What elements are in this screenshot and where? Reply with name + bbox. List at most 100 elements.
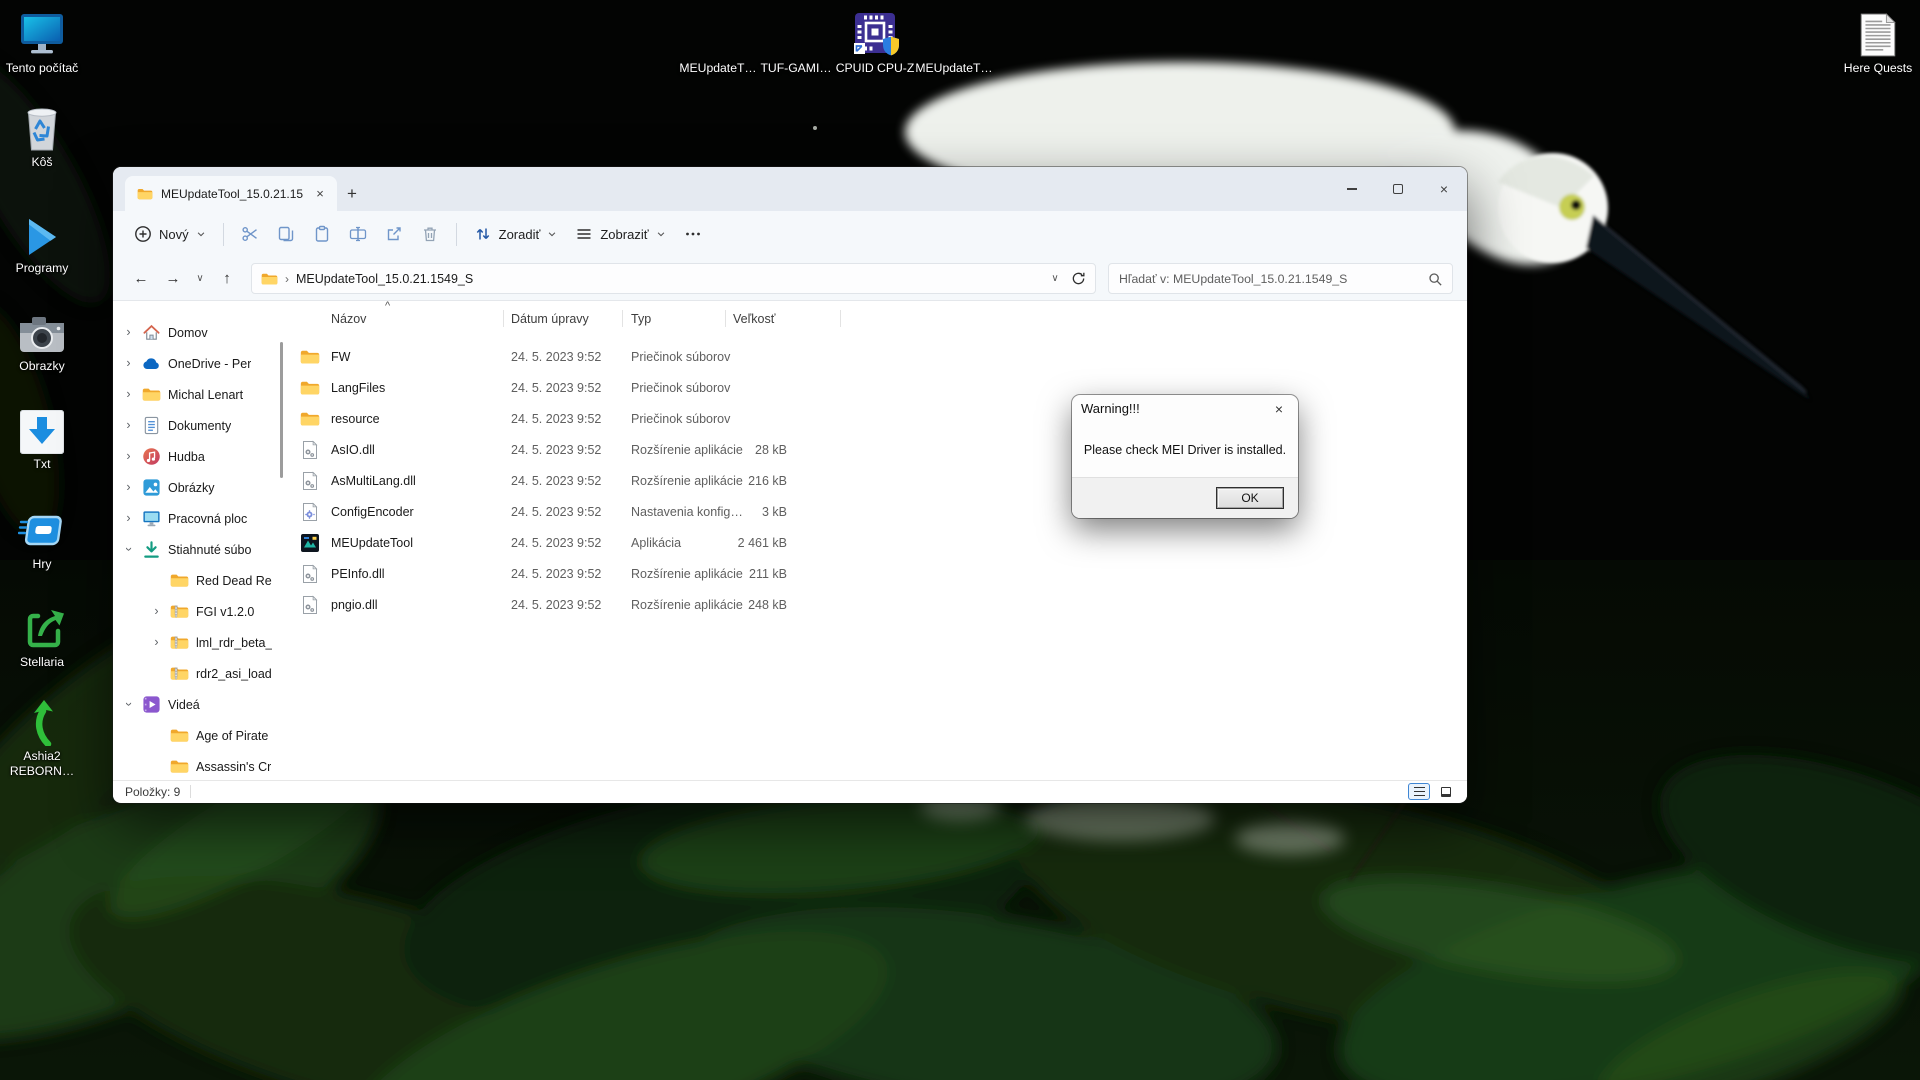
chevron-down-icon[interactable]: › <box>122 698 135 711</box>
desktop-icon-programy[interactable]: Programy <box>0 206 84 276</box>
new-tab-button[interactable]: + <box>337 176 367 211</box>
chevron-right-icon[interactable]: › <box>122 326 135 339</box>
share-button[interactable] <box>376 219 412 249</box>
column-header-date[interactable]: Dátum úpravy <box>511 312 589 326</box>
desktop-icon-obrazky[interactable]: Obrazky <box>0 304 84 374</box>
sidebar-item-pracovn-ploc[interactable]: ›Pracovná ploc <box>113 503 285 534</box>
explorer-content: ›Domov›OneDrive - Per›Michal Lenart›Doku… <box>113 301 1467 780</box>
delete-button[interactable] <box>412 219 448 249</box>
copy-button[interactable] <box>268 219 304 249</box>
column-header-size[interactable]: Veľkosť <box>733 312 775 326</box>
close-button[interactable]: × <box>1421 167 1467 211</box>
refresh-icon[interactable] <box>1071 271 1086 286</box>
chevron-right-icon[interactable]: › <box>150 605 163 618</box>
tab-meupdatetool[interactable]: MEUpdateTool_15.0.21.1549_S × <box>125 176 337 211</box>
chevron-down-icon <box>196 229 206 239</box>
sidebar-item-domov[interactable]: ›Domov <box>113 317 285 348</box>
sidebar-item-red-dead-re[interactable]: Red Dead Re <box>113 565 285 596</box>
sidebar-item-michal-lenart[interactable]: ›Michal Lenart <box>113 379 285 410</box>
column-header-name[interactable]: Názov <box>331 312 366 326</box>
sidebar-item-obr-zky[interactable]: ›Obrázky <box>113 472 285 503</box>
desktop-icon-tento-po-ta[interactable]: Tento počítač <box>0 6 84 76</box>
column-divider[interactable] <box>725 310 726 327</box>
sidebar-item-hudba[interactable]: ›Hudba <box>113 441 285 472</box>
sidebar-item-onedrive-per[interactable]: ›OneDrive - Per <box>113 348 285 379</box>
sort-button[interactable]: Zoradiť <box>465 219 567 249</box>
desktop-icon-label: TUF-GAMI… <box>760 61 831 76</box>
file-row-pngio-dll[interactable]: pngio.dll24. 5. 2023 9:52Rozšírenie apli… <box>285 589 1467 620</box>
file-size: 216 kB <box>687 474 787 488</box>
desktop-icon-tuf-gami[interactable]: TUF-GAMI… <box>754 6 838 76</box>
view-button[interactable]: Zobraziť <box>566 219 674 249</box>
column-header-type[interactable]: Typ <box>631 312 651 326</box>
desktop-icon-txt[interactable]: Txt <box>0 402 84 472</box>
paste-button[interactable] <box>304 219 340 249</box>
sidebar-item-age-of-pirate[interactable]: Age of Pirate <box>113 720 285 751</box>
folder-icon <box>142 385 161 404</box>
tab-close-icon[interactable]: × <box>311 185 329 203</box>
address-dropdown-chevron-icon[interactable]: ∨ <box>1046 273 1064 284</box>
command-toolbar: Nový Zoradiť Zobraziť <box>113 211 1467 257</box>
home-icon <box>142 323 161 342</box>
sidebar-item-lml-rdr-beta[interactable]: ›lml_rdr_beta_ <box>113 627 285 658</box>
dialog-title: Warning!!! <box>1081 401 1269 416</box>
sidebar-scrollbar-thumb[interactable] <box>280 342 284 478</box>
desktop-icon-k[interactable]: Kôš <box>0 100 84 170</box>
column-divider[interactable] <box>503 310 504 327</box>
desktop-icon-cpuid-cpu-z[interactable]: CPUID CPU-Z <box>833 6 917 76</box>
recent-locations-chevron-icon[interactable]: ∨ <box>191 273 209 284</box>
chevron-right-icon[interactable]: › <box>122 481 135 494</box>
breadcrumb[interactable]: › MEUpdateTool_15.0.21.1549_S ∨ <box>251 263 1096 294</box>
details-view-button[interactable] <box>1408 783 1430 800</box>
breadcrumb-path[interactable]: MEUpdateTool_15.0.21.1549_S <box>296 272 1039 286</box>
chevron-right-icon[interactable]: › <box>122 388 135 401</box>
column-divider[interactable] <box>840 310 841 327</box>
chevron-down-icon <box>656 229 666 239</box>
scissors-icon <box>241 225 259 243</box>
back-button[interactable]: ← <box>127 270 155 287</box>
minimize-button[interactable] <box>1329 167 1375 211</box>
search-input[interactable]: Hľadať v: MEUpdateTool_15.0.21.1549_S <box>1108 263 1453 294</box>
rename-button[interactable] <box>340 219 376 249</box>
file-row-meupdatetool[interactable]: MEUpdateTool24. 5. 2023 9:52Aplikácia2 4… <box>285 527 1467 558</box>
chevron-down-icon[interactable]: › <box>122 543 135 556</box>
sidebar-item-label: FGI v1.2.0 <box>196 605 254 619</box>
column-divider[interactable] <box>622 310 623 327</box>
zip-folder-icon <box>170 633 189 652</box>
desktop-icon-hry[interactable]: Hry <box>0 502 84 572</box>
cut-button[interactable] <box>232 219 268 249</box>
sidebar-item-fgi-v1-2-0[interactable]: › FGI v1.2.0 <box>113 596 285 627</box>
dll-icon <box>300 471 320 491</box>
sidebar-item-vide[interactable]: ›Videá <box>113 689 285 720</box>
file-date-modified: 24. 5. 2023 9:52 <box>511 536 601 550</box>
file-row-peinfo-dll[interactable]: PEInfo.dll24. 5. 2023 9:52Rozšírenie apl… <box>285 558 1467 589</box>
downloads-icon <box>142 540 161 559</box>
maximize-icon <box>1393 184 1403 194</box>
new-button[interactable]: Nový <box>125 219 215 249</box>
desktop-icon-meupdatet[interactable]: MEUpdateT… <box>912 6 996 76</box>
sidebar-item-rdr2-asi-load[interactable]: rdr2_asi_load <box>113 658 285 689</box>
chevron-right-icon[interactable]: › <box>122 357 135 370</box>
forward-button[interactable]: → <box>159 270 187 287</box>
maximize-button[interactable] <box>1375 167 1421 211</box>
desktop-icon-stellaria[interactable]: Stellaria <box>0 600 84 670</box>
file-size: 211 kB <box>687 567 787 581</box>
more-options-button[interactable] <box>675 219 711 249</box>
chevron-right-icon[interactable]: › <box>150 636 163 649</box>
sidebar-item-assassin-s-cr[interactable]: Assassin's Cr <box>113 751 285 780</box>
large-icons-view-button[interactable] <box>1435 783 1457 800</box>
sidebar-item-stiahnut-s-bo[interactable]: ›Stiahnuté súbo <box>113 534 285 565</box>
file-row-fw[interactable]: FW24. 5. 2023 9:52Priečinok súborov <box>285 341 1467 372</box>
ellipsis-icon <box>684 225 702 243</box>
chevron-right-icon[interactable]: › <box>122 419 135 432</box>
desktop-icon-here-quests[interactable]: Here Quests <box>1836 6 1920 76</box>
desktop-icon-ashia2-reborn[interactable]: Ashia2 REBORN… <box>0 694 84 780</box>
desktop-icon-meupdatet[interactable]: MEUpdateT… <box>676 6 760 76</box>
chevron-right-icon[interactable]: › <box>122 512 135 525</box>
dialog-close-icon[interactable]: × <box>1269 401 1289 417</box>
chevron-right-icon[interactable]: › <box>122 450 135 463</box>
ok-button[interactable]: OK <box>1216 487 1284 509</box>
sidebar-item-dokumenty[interactable]: ›Dokumenty <box>113 410 285 441</box>
up-button[interactable]: ↑ <box>213 270 241 287</box>
game-box-icon <box>18 502 66 554</box>
